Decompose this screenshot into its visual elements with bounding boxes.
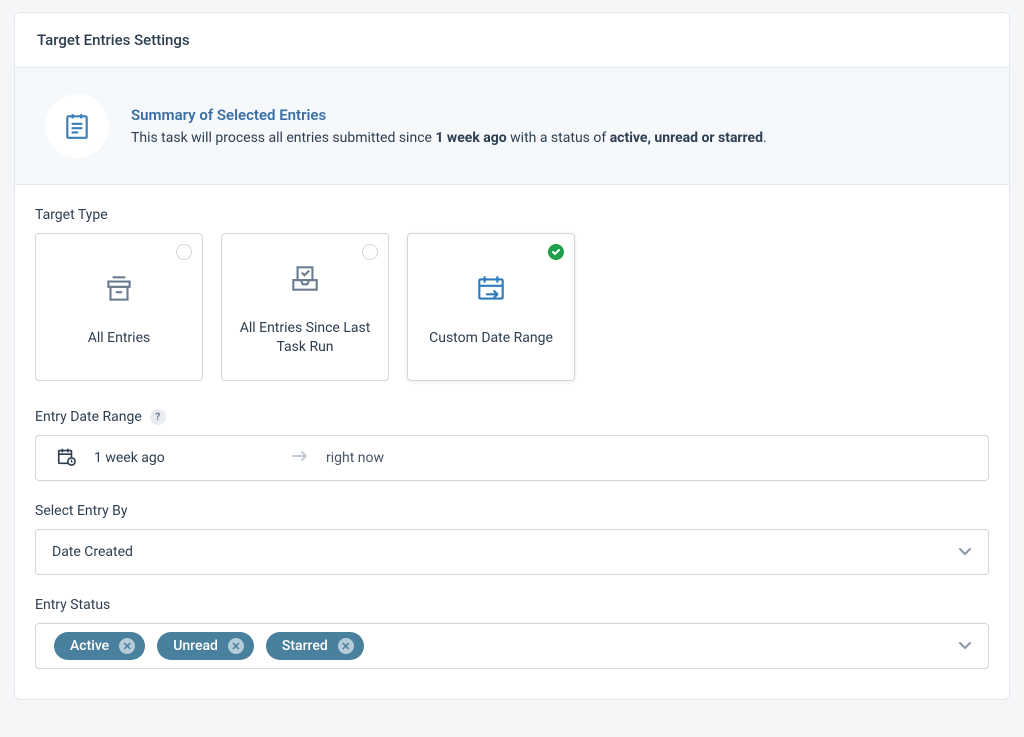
option-label: Custom Date Range xyxy=(429,329,553,348)
calendar-arrow-icon xyxy=(474,267,508,311)
status-chip-starred: Starred ✕ xyxy=(266,632,364,660)
summary-title: Summary of Selected Entries xyxy=(131,106,767,124)
option-label: All Entries xyxy=(88,329,150,348)
entry-status-chips: Active ✕ Unread ✕ Starred ✕ xyxy=(54,632,364,660)
panel-body: Target Type All Entries xyxy=(15,185,1009,699)
chip-remove-icon[interactable]: ✕ xyxy=(228,638,244,654)
target-type-label: Target Type xyxy=(35,207,989,223)
radio-indicator-checked xyxy=(548,244,564,260)
target-type-option-all-entries[interactable]: All Entries xyxy=(35,233,203,381)
archive-box-icon xyxy=(102,267,136,311)
summary-list-icon xyxy=(64,112,90,140)
chevron-down-icon xyxy=(958,544,972,560)
select-entry-by-value: Date Created xyxy=(52,544,133,560)
chevron-down-icon xyxy=(958,638,972,654)
date-range-to: right now xyxy=(326,450,384,466)
inbox-check-icon xyxy=(288,257,322,301)
target-type-option-custom-date-range[interactable]: Custom Date Range xyxy=(407,233,575,381)
target-type-options: All Entries All Entries Since Last Task … xyxy=(35,233,989,381)
summary-region: Summary of Selected Entries This task wi… xyxy=(15,68,1009,185)
help-icon[interactable]: ? xyxy=(150,409,166,425)
status-chip-active: Active ✕ xyxy=(54,632,145,660)
summary-icon-circle xyxy=(45,94,109,158)
target-entries-settings-panel: Target Entries Settings Summary of Selec… xyxy=(14,12,1010,700)
chip-remove-icon[interactable]: ✕ xyxy=(338,638,354,654)
radio-indicator xyxy=(362,244,378,260)
select-entry-by-dropdown[interactable]: Date Created xyxy=(35,529,989,575)
chip-remove-icon[interactable]: ✕ xyxy=(119,638,135,654)
entry-status-multiselect[interactable]: Active ✕ Unread ✕ Starred ✕ xyxy=(35,623,989,669)
calendar-icon xyxy=(56,446,76,470)
option-label: All Entries Since Last Task Run xyxy=(232,319,378,357)
target-type-option-since-last-run[interactable]: All Entries Since Last Task Run xyxy=(221,233,389,381)
radio-indicator xyxy=(176,244,192,260)
select-entry-by-label: Select Entry By xyxy=(35,503,989,519)
entry-date-range-label: Entry Date Range ? xyxy=(35,409,989,425)
entry-date-range-input[interactable]: 1 week ago right now xyxy=(35,435,989,481)
arrow-right-icon xyxy=(292,450,308,466)
status-chip-unread: Unread ✕ xyxy=(157,632,254,660)
entry-status-label: Entry Status xyxy=(35,597,989,613)
panel-title: Target Entries Settings xyxy=(15,13,1009,68)
date-range-from: 1 week ago xyxy=(94,450,274,466)
summary-description: This task will process all entries submi… xyxy=(131,130,767,146)
